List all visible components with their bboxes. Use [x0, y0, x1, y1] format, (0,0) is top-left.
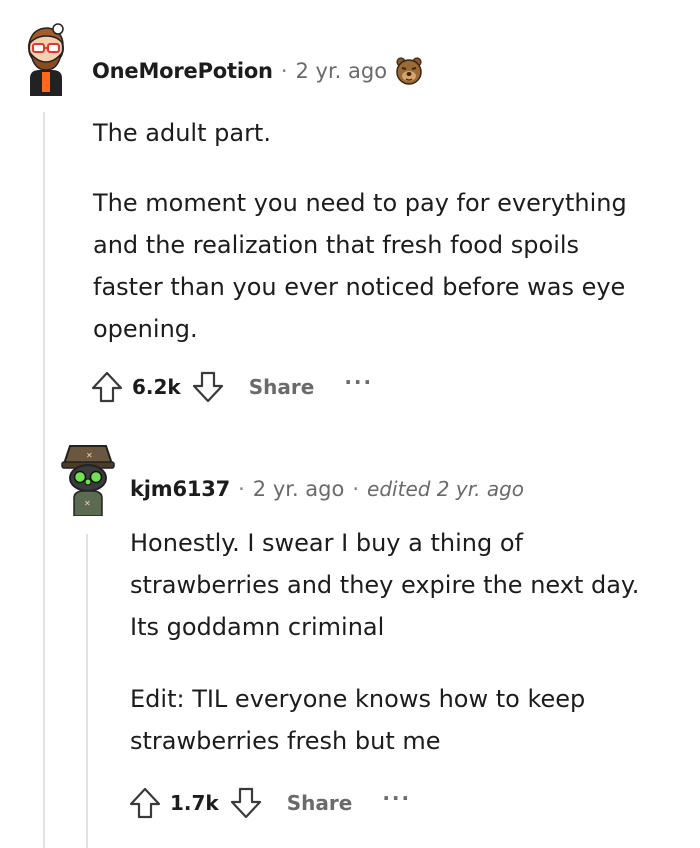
svg-text:✕: ✕ — [86, 451, 93, 460]
more-options-button[interactable]: ··· — [344, 370, 373, 394]
upvote-icon[interactable] — [90, 370, 124, 404]
downvote-icon[interactable] — [191, 370, 225, 404]
upvote-icon[interactable] — [128, 786, 162, 820]
reply-username[interactable]: kjm6137 — [130, 477, 230, 501]
username[interactable]: OneMorePotion — [92, 59, 273, 83]
comment-paragraph: The adult part. — [93, 119, 271, 147]
reply-paragraph: Edit: TIL everyone knows how to keep str… — [130, 685, 586, 755]
reply-timestamp[interactable]: 2 yr. ago — [253, 477, 345, 501]
thread-line-main[interactable] — [43, 112, 45, 848]
comment-meta: OneMorePotion · 2 yr. ago — [92, 56, 423, 86]
reply-body: Honestly. I swear I buy a thing of straw… — [130, 522, 670, 762]
reply-avatar[interactable]: ✕ ✕ — [60, 438, 116, 516]
more-options-button[interactable]: ··· — [382, 786, 411, 810]
reply-action-bar: 1.7k Share ··· — [128, 783, 411, 823]
vote-score: 1.7k — [170, 791, 219, 815]
thread-line-reply[interactable] — [86, 534, 88, 848]
bear-award-icon[interactable] — [395, 56, 423, 86]
comment-action-bar: 6.2k Share ··· — [90, 367, 373, 407]
vote-score: 6.2k — [132, 375, 181, 399]
separator-dot: · — [352, 477, 360, 501]
svg-text:✕: ✕ — [84, 499, 91, 508]
share-button[interactable]: Share — [249, 375, 315, 399]
timestamp[interactable]: 2 yr. ago — [296, 59, 388, 83]
reply-meta: kjm6137 · 2 yr. ago · edited 2 yr. ago — [130, 474, 524, 504]
reply-paragraph: Honestly. I swear I buy a thing of straw… — [130, 529, 640, 641]
comment-body: The adult part. The moment you need to p… — [93, 112, 653, 350]
downvote-icon[interactable] — [229, 786, 263, 820]
separator-dot: · — [238, 477, 245, 501]
reply-avatar-image: ✕ ✕ — [61, 445, 115, 516]
share-button[interactable]: Share — [287, 791, 353, 815]
separator-dot: · — [280, 59, 288, 83]
avatar-image — [27, 23, 64, 96]
edited-label: edited 2 yr. ago — [367, 477, 525, 501]
avatar[interactable] — [18, 22, 70, 96]
comment-paragraph: The moment you need to pay for everythin… — [93, 189, 627, 343]
